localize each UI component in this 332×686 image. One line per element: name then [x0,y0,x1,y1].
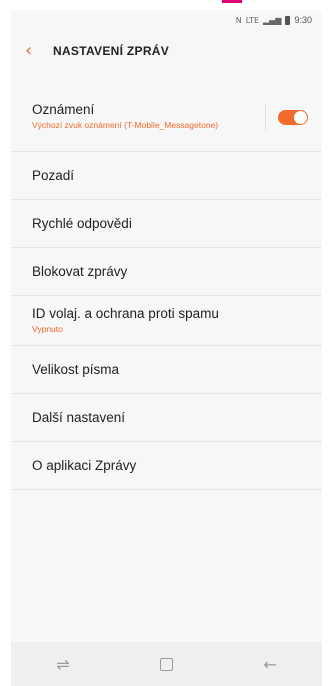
setting-about-label: O aplikaci Zprávy [32,458,137,473]
setting-quick-replies[interactable]: Rychlé odpovědi [11,200,322,248]
nfc-icon: N [235,15,242,25]
back-arrow-icon[interactable]: ‹ [25,42,47,60]
status-bar: N LTE ▂▄▆ 9:30 [11,10,322,30]
battery-icon [285,15,291,25]
setting-quick-replies-label: Rychlé odpovědi [32,216,132,231]
setting-notifications-label: Oznámení [32,102,95,118]
page-title: NASTAVENÍ ZPRÁV [53,44,170,58]
setting-notifications[interactable]: Oznámení Výchozí zvuk oznámení (T-Mobile… [11,82,322,152]
home-icon[interactable] [159,657,173,671]
toggle-divider [265,104,266,130]
navigation-bar: ⇌ ← [11,642,322,686]
toggle-knob [294,111,307,124]
setting-caller-id-subtitle: Vypnuto [32,324,63,335]
setting-about[interactable]: O aplikaci Zprávy [11,442,322,490]
screen: N LTE ▂▄▆ 9:30 ‹ NASTAVENÍ ZPRÁV Oznámen… [11,10,322,686]
setting-notifications-subtitle: Výchozí zvuk oznámení (T-Mobile_Messaget… [32,120,219,131]
setting-background-label: Pozadí [32,168,75,183]
setting-more-settings-label: Další nastavení [32,410,126,425]
setting-block-messages-label: Blokovat zprávy [32,264,128,279]
notifications-toggle[interactable] [278,110,308,125]
lte-icon: LTE [245,15,259,25]
setting-caller-id[interactable]: ID volaj. a ochrana proti spamu Vypnuto [11,296,322,346]
setting-font-size[interactable]: Velikost písma [11,346,322,394]
brand-accent-bar [222,0,242,3]
phone-frame: N LTE ▂▄▆ 9:30 ‹ NASTAVENÍ ZPRÁV Oznámen… [0,0,332,686]
setting-more-settings[interactable]: Další nastavení [11,394,322,442]
setting-block-messages[interactable]: Blokovat zprávy [11,248,322,296]
back-icon[interactable]: ← [263,655,276,674]
setting-font-size-label: Velikost písma [32,362,120,377]
app-header: ‹ NASTAVENÍ ZPRÁV [11,30,322,72]
signal-icon: ▂▄▆ [263,15,282,25]
setting-caller-id-label: ID volaj. a ochrana proti spamu [32,306,219,322]
recent-apps-icon[interactable]: ⇌ [56,655,69,674]
setting-background[interactable]: Pozadí [11,152,322,200]
status-time: 9:30 [294,15,312,25]
settings-list: Oznámení Výchozí zvuk oznámení (T-Mobile… [11,82,322,490]
